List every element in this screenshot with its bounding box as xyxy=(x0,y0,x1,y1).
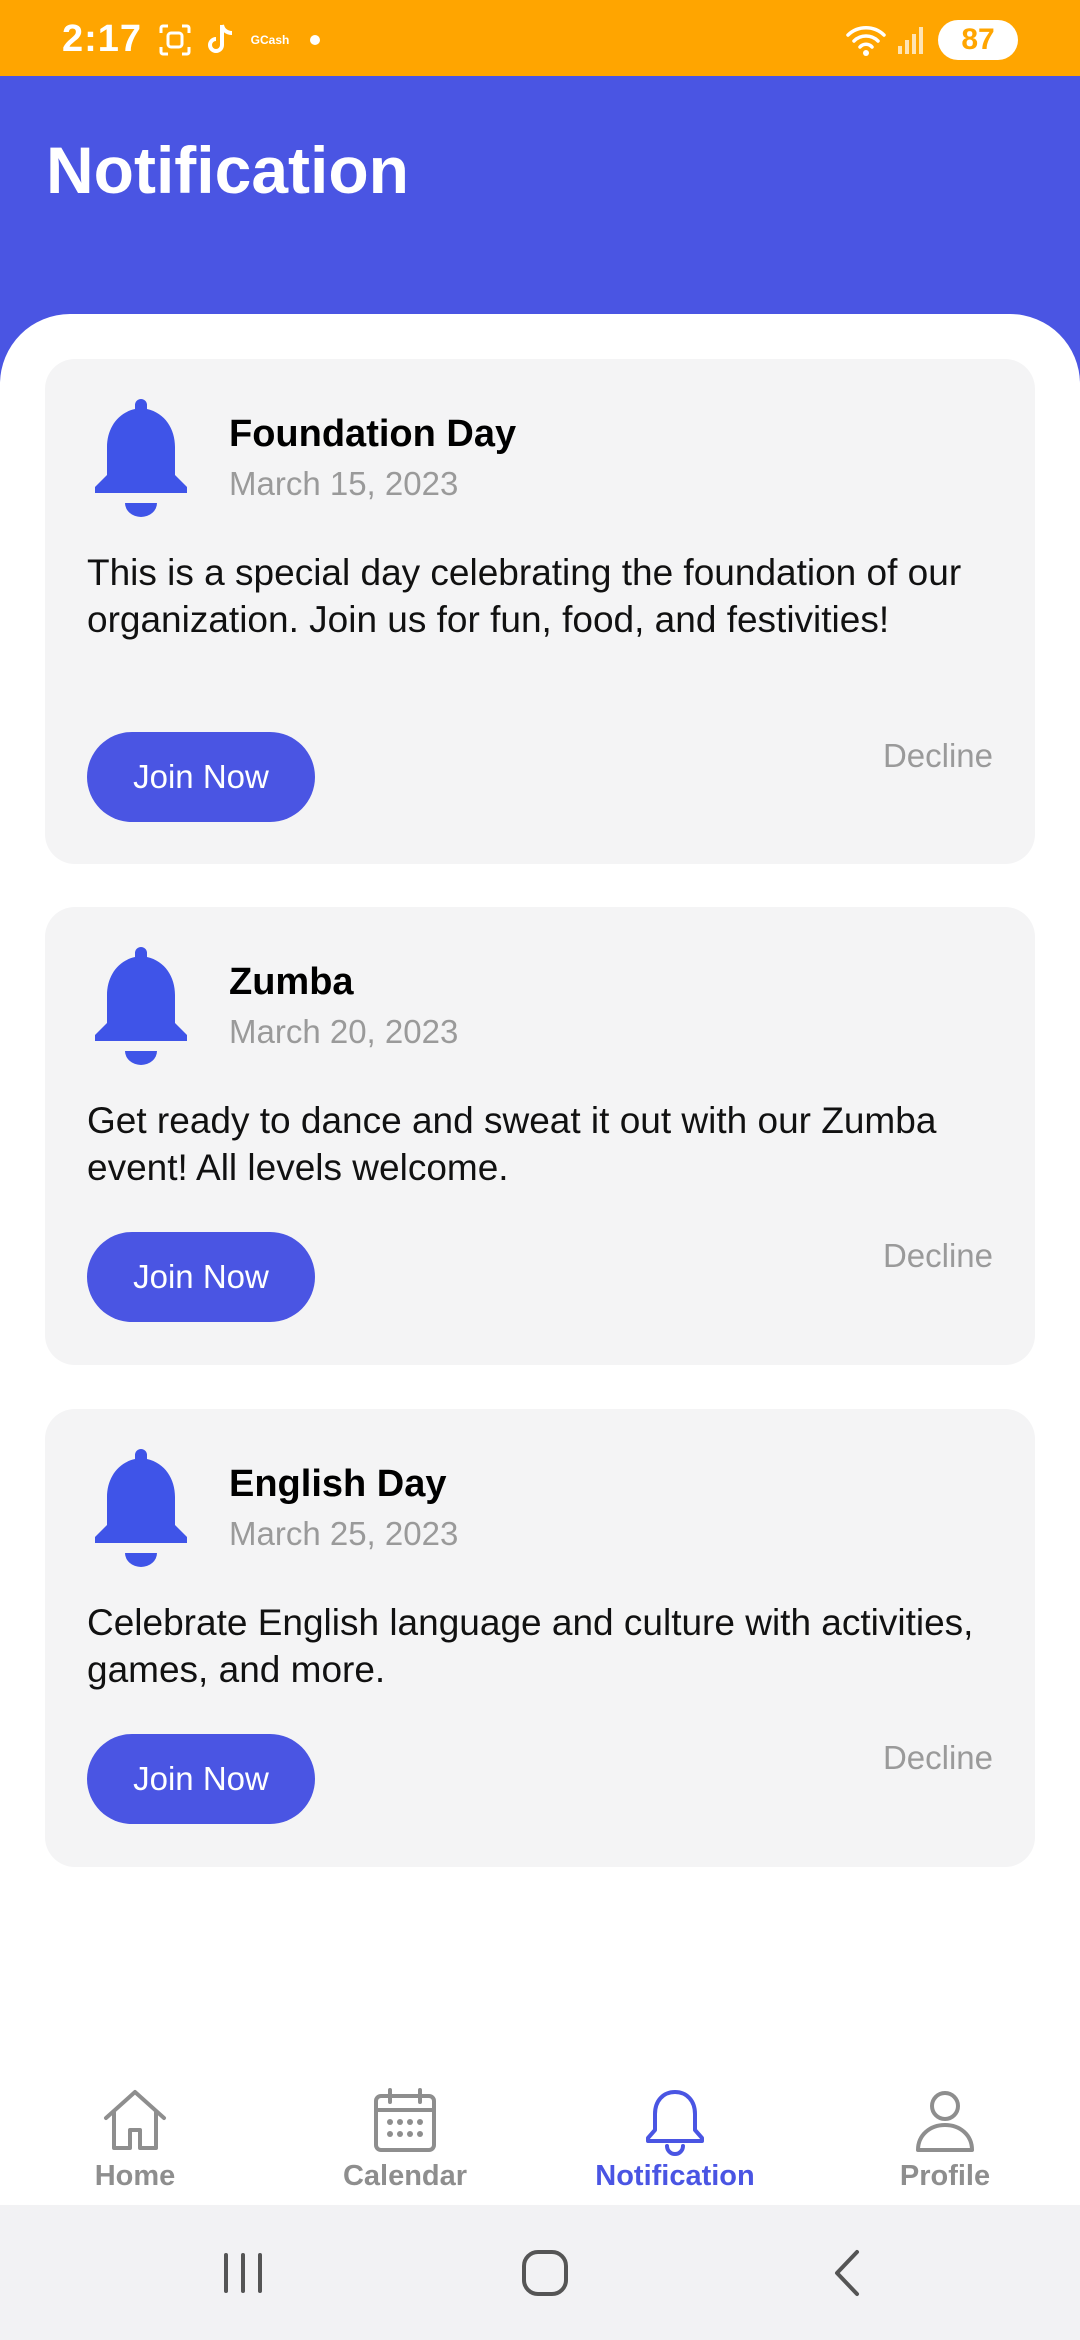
bell-icon xyxy=(95,399,187,517)
join-now-button[interactable]: Join Now xyxy=(87,1232,315,1322)
back-icon[interactable] xyxy=(812,2243,882,2303)
notification-card: Zumba March 20, 2023 Get ready to dance … xyxy=(45,907,1035,1365)
notification-title: English Day xyxy=(229,1463,447,1505)
status-bar: 2:17 GCash 87 xyxy=(0,0,1080,76)
notification-dot-icon xyxy=(308,20,322,60)
battery-indicator: 87 xyxy=(938,20,1018,60)
notification-description: This is a special day celebrating the fo… xyxy=(87,552,962,640)
notification-date: March 15, 2023 xyxy=(229,465,459,502)
nav-label-home: Home xyxy=(94,2160,176,2192)
notification-date: March 20, 2023 xyxy=(229,1013,459,1050)
battery-level: 87 xyxy=(961,23,995,56)
notification-description: Get ready to dance and sweat it out with… xyxy=(87,1100,937,1188)
bell-icon xyxy=(95,1449,187,1567)
gcash-icon: GCash xyxy=(250,33,290,47)
notification-card: English Day March 25, 2023 Celebrate Eng… xyxy=(45,1409,1035,1867)
join-now-button[interactable]: Join Now xyxy=(87,1734,315,1824)
bottom-nav: Home Calendar Notification Profile xyxy=(0,2060,1080,2205)
decline-button[interactable]: Decline xyxy=(883,1739,993,1777)
join-now-button[interactable]: Join Now xyxy=(87,732,315,822)
nav-item-notification[interactable]: Notification xyxy=(565,2086,785,2206)
person-icon xyxy=(916,2091,974,2152)
home-circle-icon[interactable] xyxy=(510,2243,580,2303)
notification-date: March 25, 2023 xyxy=(229,1515,459,1552)
bell-icon xyxy=(95,947,187,1065)
bell-icon xyxy=(646,2090,704,2156)
notification-description: Celebrate English language and culture w… xyxy=(87,1602,974,1690)
decline-button[interactable]: Decline xyxy=(883,1237,993,1275)
wifi-icon xyxy=(842,20,890,60)
status-time: 2:17 xyxy=(62,18,143,60)
nav-label-calendar: Calendar xyxy=(342,2160,468,2192)
nav-item-profile[interactable]: Profile xyxy=(835,2086,1055,2206)
nav-item-home[interactable]: Home xyxy=(25,2086,245,2206)
nav-label-notification: Notification xyxy=(595,2160,755,2192)
notification-list: Foundation Day March 15, 2023 This is a … xyxy=(0,314,1080,2074)
home-icon xyxy=(104,2090,166,2150)
notification-title: Foundation Day xyxy=(229,413,517,455)
nav-label-profile: Profile xyxy=(899,2160,991,2192)
page-title: Notification xyxy=(46,133,409,207)
signal-icon xyxy=(896,20,926,60)
notification-card: Foundation Day March 15, 2023 This is a … xyxy=(45,359,1035,864)
calendar-icon xyxy=(374,2088,436,2152)
screenshot-icon xyxy=(156,20,194,60)
tiktok-icon xyxy=(204,20,238,60)
recents-icon[interactable] xyxy=(208,2243,278,2303)
system-nav xyxy=(0,2205,1080,2340)
notification-title: Zumba xyxy=(229,961,354,1003)
decline-button[interactable]: Decline xyxy=(883,737,993,775)
nav-item-calendar[interactable]: Calendar xyxy=(295,2086,515,2206)
